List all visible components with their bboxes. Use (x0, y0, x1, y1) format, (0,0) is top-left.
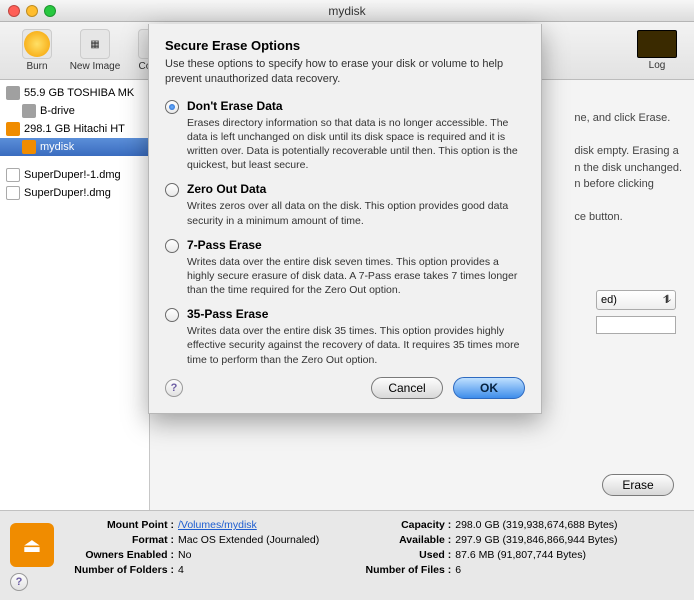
format-value: Mac OS Extended (Journaled) (178, 534, 319, 546)
cancel-button[interactable]: Cancel (371, 377, 443, 399)
erase-button[interactable]: Erase (602, 474, 674, 496)
radio-icon[interactable] (165, 183, 179, 197)
sidebar-item-image-0[interactable]: SuperDuper!-1.dmg (0, 166, 149, 184)
option-title: 7-Pass Erase (187, 238, 525, 252)
diskimage-icon (6, 186, 20, 200)
volume-large-icon: ⏏ (10, 523, 54, 567)
radio-icon[interactable] (165, 100, 179, 114)
mount-point-label: Mount Point : (68, 519, 178, 531)
bg-text: ne, and click Erase. (574, 110, 682, 127)
available-value: 297.9 GB (319,846,866,944 Bytes) (455, 534, 617, 546)
bg-text: ce button. (574, 209, 682, 226)
files-label: Number of Files : (359, 564, 455, 576)
burn-label: Burn (26, 61, 47, 72)
format-label: Format : (68, 534, 178, 546)
option-7-pass[interactable]: 7-Pass Erase Writes data over the entire… (165, 238, 525, 298)
new-image-icon: ▦ (80, 29, 110, 59)
radio-icon[interactable] (165, 308, 179, 322)
option-title: 35-Pass Erase (187, 307, 525, 321)
capacity-label: Capacity : (359, 519, 455, 531)
format-select[interactable]: ed) ⥮ (596, 290, 676, 310)
folders-value: 4 (178, 564, 184, 576)
folders-label: Number of Folders : (68, 564, 178, 576)
available-label: Available : (359, 534, 455, 546)
sidebar-item-disk-1[interactable]: 298.1 GB Hitachi HT (0, 120, 149, 138)
sidebar-item-disk-0[interactable]: 55.9 GB TOSHIBA MK (0, 84, 149, 102)
harddrive-icon (22, 104, 36, 118)
owners-value: No (178, 549, 191, 561)
footer: ⏏ ? Mount Point :/Volumes/mydisk Format … (0, 510, 694, 600)
harddrive-icon (6, 86, 20, 100)
format-select-value: ed) (601, 294, 617, 306)
new-image-label: New Image (70, 61, 121, 72)
owners-label: Owners Enabled : (68, 549, 178, 561)
name-input[interactable] (596, 316, 676, 334)
capacity-value: 298.0 GB (319,938,674,688 Bytes) (455, 519, 617, 531)
help-button[interactable]: ? (10, 573, 28, 591)
window-title: mydisk (0, 4, 694, 18)
bg-text: disk empty. Erasing a (574, 143, 682, 160)
used-label: Used : (359, 549, 455, 561)
sheet-subtitle: Use these options to specify how to eras… (165, 57, 525, 87)
files-value: 6 (455, 564, 461, 576)
log-label: Log (649, 60, 666, 71)
option-zero-out[interactable]: Zero Out Data Writes zeros over all data… (165, 182, 525, 227)
mount-point-link[interactable]: /Volumes/mydisk (178, 519, 257, 531)
external-disk-icon (22, 140, 36, 154)
bg-text: n before clicking (574, 176, 682, 193)
sidebar-item-volume-bdrive[interactable]: B-drive (0, 102, 149, 120)
log-button[interactable]: Log (628, 30, 686, 71)
sidebar-item-volume-mydisk[interactable]: mydisk (0, 138, 149, 156)
radio-icon[interactable] (165, 239, 179, 253)
sheet-help-button[interactable]: ? (165, 379, 183, 397)
option-desc: Writes data over the entire disk seven t… (187, 255, 525, 298)
log-icon (637, 30, 677, 58)
secure-erase-sheet: Secure Erase Options Use these options t… (148, 24, 542, 414)
option-desc: Writes zeros over all data on the disk. … (187, 199, 525, 227)
option-title: Don't Erase Data (187, 99, 525, 113)
used-value: 87.6 MB (91,807,744 Bytes) (455, 549, 586, 561)
burn-button[interactable]: Burn (8, 29, 66, 72)
external-disk-icon (6, 122, 20, 136)
chevron-updown-icon: ⥮ (663, 294, 671, 307)
diskimage-icon (6, 168, 20, 182)
option-title: Zero Out Data (187, 182, 525, 196)
ok-button[interactable]: OK (453, 377, 525, 399)
sidebar-item-image-1[interactable]: SuperDuper!.dmg (0, 184, 149, 202)
titlebar: mydisk (0, 0, 694, 22)
option-desc: Erases directory information so that dat… (187, 116, 525, 173)
sidebar: 55.9 GB TOSHIBA MK B-drive 298.1 GB Hita… (0, 80, 150, 510)
option-dont-erase[interactable]: Don't Erase Data Erases directory inform… (165, 99, 525, 173)
sheet-title: Secure Erase Options (165, 38, 525, 53)
option-35-pass[interactable]: 35-Pass Erase Writes data over the entir… (165, 307, 525, 367)
option-desc: Writes data over the entire disk 35 time… (187, 324, 525, 367)
burn-icon (24, 31, 50, 57)
bg-text: n the disk unchanged. (574, 160, 682, 177)
new-image-button[interactable]: ▦ New Image (66, 29, 124, 72)
